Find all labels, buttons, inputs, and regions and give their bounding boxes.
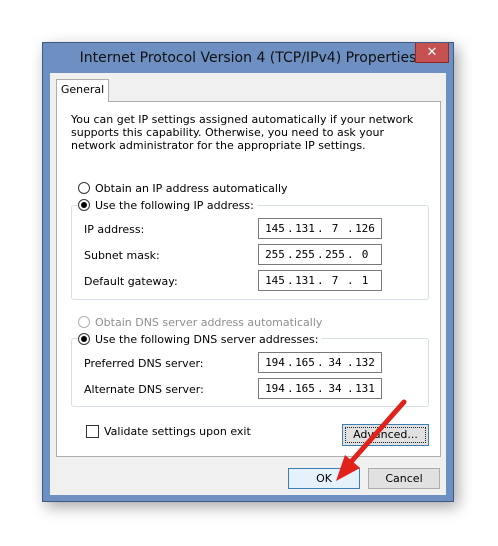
tab-general-label: General: [60, 83, 105, 96]
tab-general[interactable]: General: [56, 79, 109, 102]
